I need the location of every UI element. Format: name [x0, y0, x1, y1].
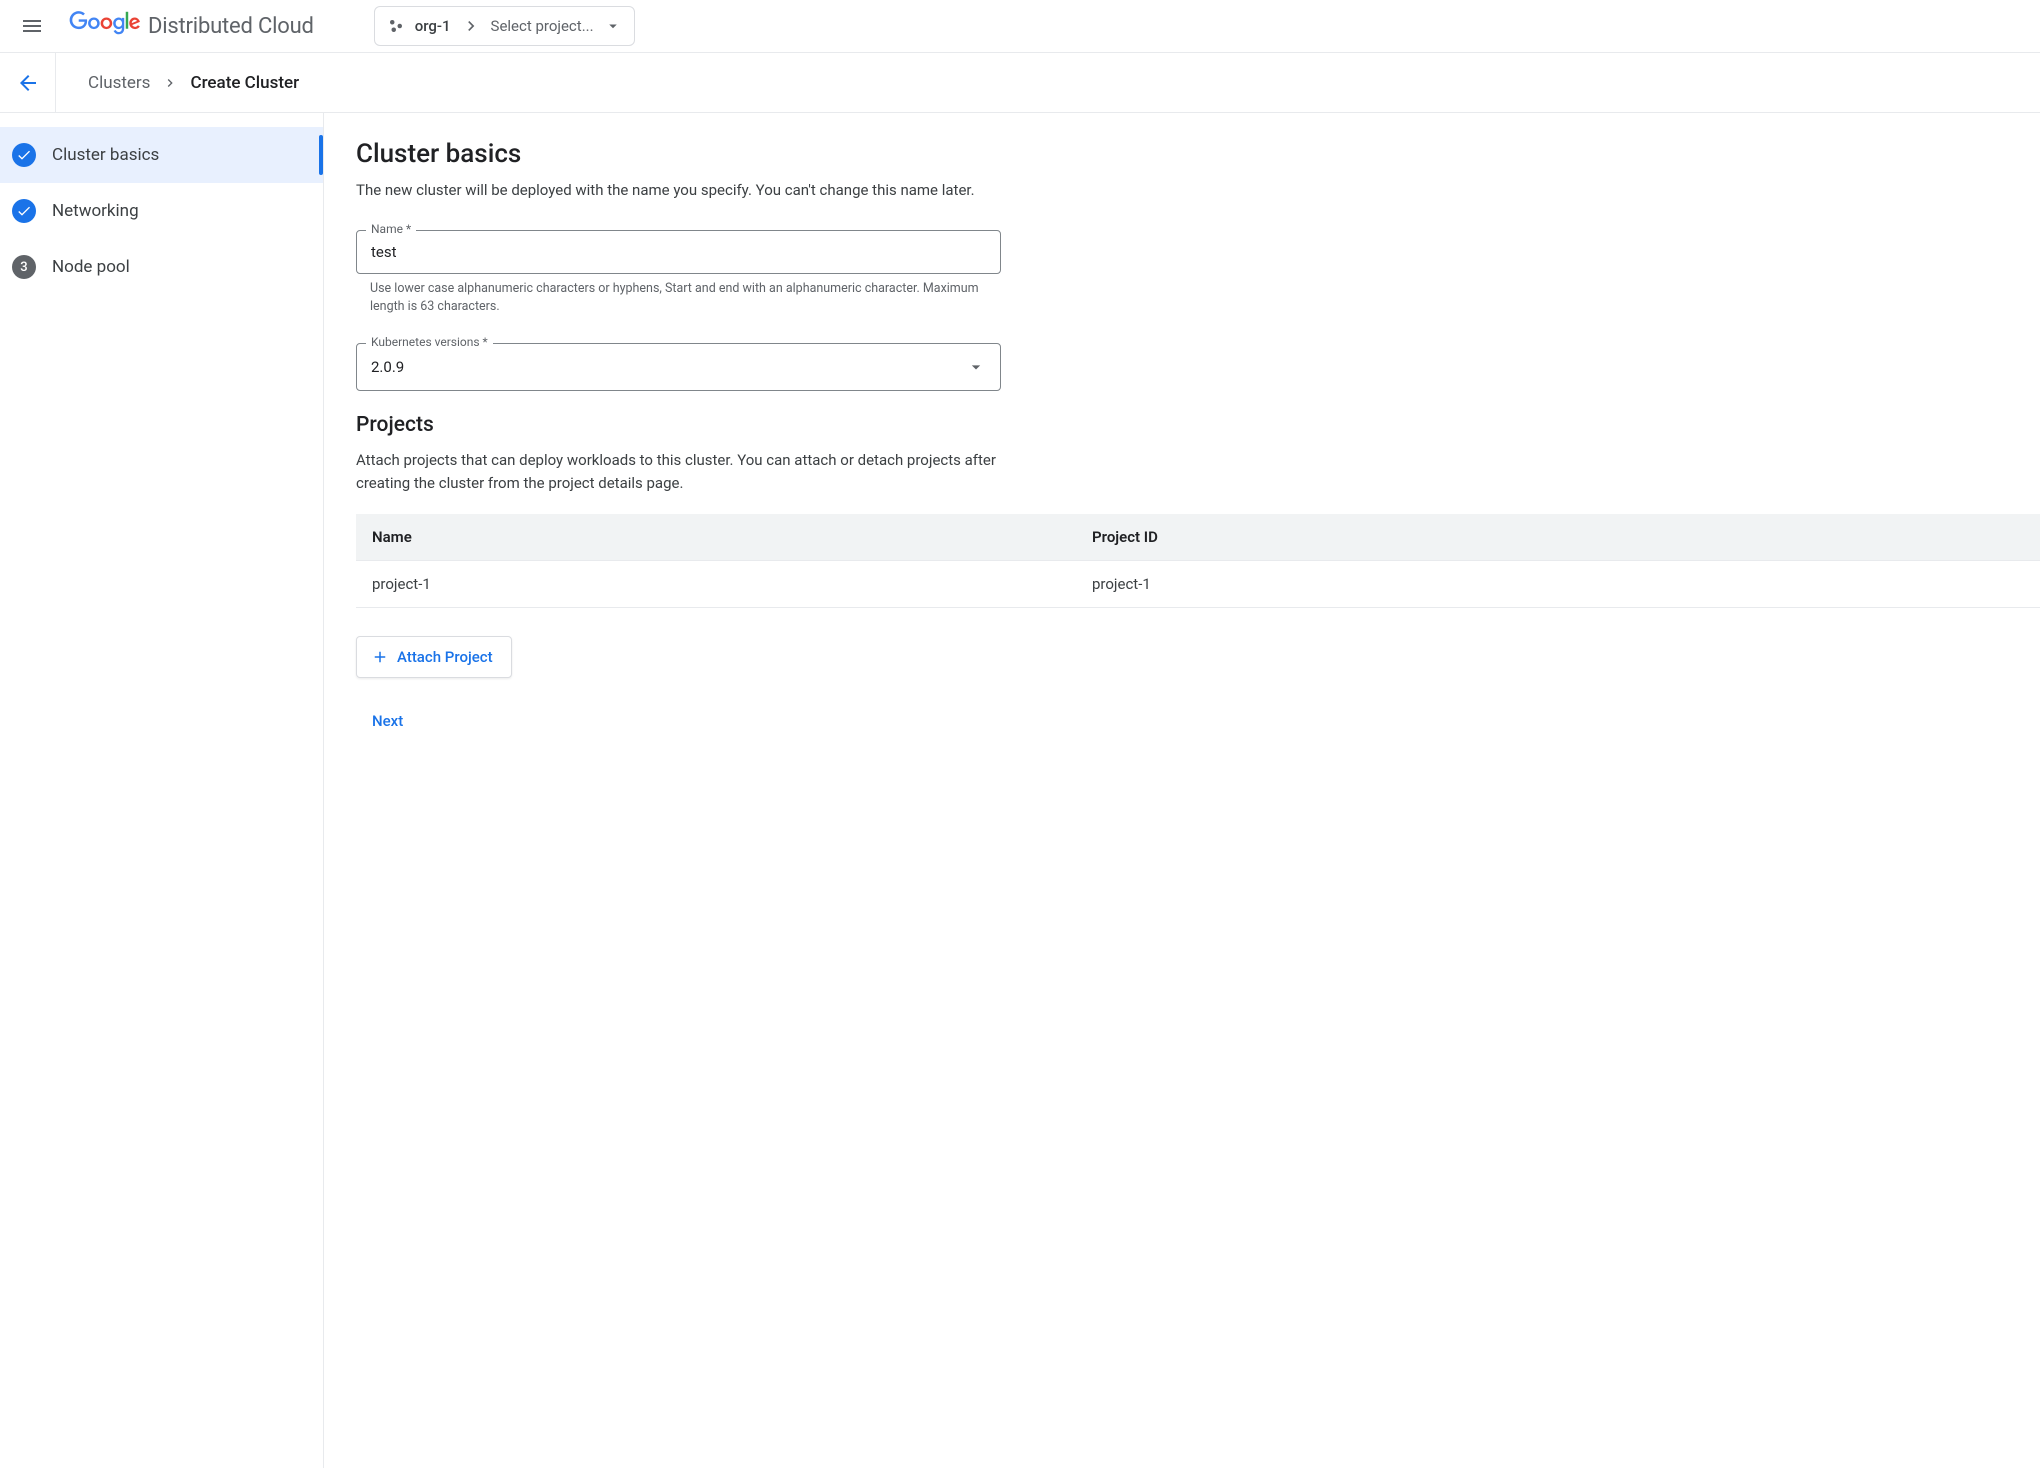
wizard-sidebar: Cluster basics Networking 3 Node pool [0, 113, 324, 1468]
page-title: Cluster basics [356, 139, 2040, 169]
hamburger-icon [20, 14, 44, 38]
table-header-name: Name [356, 514, 1076, 561]
step-label: Networking [52, 201, 139, 221]
chevron-right-icon [162, 75, 178, 91]
table-header-id: Project ID [1076, 514, 2040, 561]
k8s-selected-value: 2.0.9 [371, 358, 404, 376]
project-name-cell: project-1 [356, 561, 1076, 608]
name-field: Name * [356, 230, 1001, 274]
step-label: Cluster basics [52, 145, 159, 165]
org-icon [387, 17, 405, 35]
main-content: Cluster basics The new cluster will be d… [324, 113, 2040, 1468]
back-button[interactable] [0, 53, 56, 113]
google-logo-icon [68, 11, 142, 41]
project-selector[interactable]: org-1 Select project... [374, 6, 635, 46]
attach-project-button[interactable]: Attach Project [356, 636, 512, 678]
menu-button[interactable] [8, 2, 56, 50]
step-node-pool[interactable]: 3 Node pool [0, 239, 323, 295]
plus-icon [371, 648, 389, 666]
project-placeholder: Select project... [491, 17, 594, 35]
step-number-icon: 3 [12, 255, 36, 279]
next-button[interactable]: Next [356, 704, 419, 738]
breadcrumb-parent[interactable]: Clusters [88, 73, 150, 93]
step-cluster-basics[interactable]: Cluster basics [0, 127, 323, 183]
product-logo: Distributed Cloud [68, 11, 314, 41]
arrow-back-icon [16, 71, 40, 95]
name-input[interactable] [356, 230, 1001, 274]
top-bar: Distributed Cloud org-1 Select project..… [0, 0, 2040, 53]
k8s-field-label: Kubernetes versions * [366, 335, 493, 349]
step-label: Node pool [52, 257, 130, 277]
projects-table: Name Project ID project-1 project-1 [356, 514, 2040, 608]
dropdown-icon [604, 17, 622, 35]
chevron-right-icon [461, 16, 481, 36]
attach-project-label: Attach Project [397, 648, 493, 666]
kubernetes-version-field: Kubernetes versions * 2.0.9 [356, 343, 1001, 391]
breadcrumb-current: Create Cluster [190, 73, 299, 93]
projects-description: Attach projects that can deploy workload… [356, 449, 1006, 494]
check-icon [12, 199, 36, 223]
step-networking[interactable]: Networking [0, 183, 323, 239]
product-name: Distributed Cloud [148, 14, 314, 39]
check-icon [12, 143, 36, 167]
projects-title: Projects [356, 413, 2040, 437]
dropdown-icon [966, 357, 986, 377]
org-name: org-1 [415, 17, 451, 35]
breadcrumb-bar: Clusters Create Cluster [0, 53, 2040, 113]
project-id-cell: project-1 [1076, 561, 2040, 608]
name-field-hint: Use lower case alphanumeric characters o… [370, 280, 1015, 318]
kubernetes-version-select[interactable]: 2.0.9 [356, 343, 1001, 391]
table-row: project-1 project-1 [356, 561, 2040, 608]
breadcrumb: Clusters Create Cluster [88, 73, 299, 93]
name-field-label: Name * [366, 222, 416, 236]
page-description: The new cluster will be deployed with th… [356, 179, 1006, 202]
